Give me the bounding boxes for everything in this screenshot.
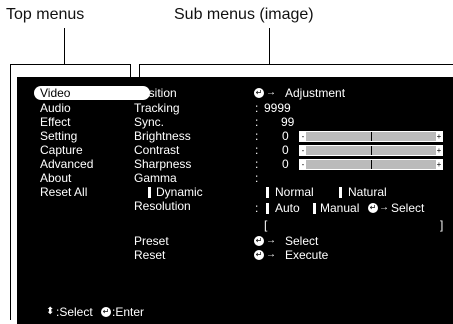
brightness-colon: :	[255, 129, 259, 143]
arrow-right-icon: →	[266, 235, 276, 246]
sync-colon: :	[255, 115, 259, 129]
preset-label: Preset	[134, 234, 169, 248]
normal-marker	[266, 187, 269, 198]
top-menus-bracket-left	[10, 64, 11, 320]
enter-icon: ↵	[101, 307, 111, 317]
sync-label: Sync.	[134, 115, 165, 129]
position-value[interactable]: Adjustment	[285, 86, 345, 100]
top-menus-bracket-right	[130, 64, 131, 77]
sub-menus-bracket-h	[139, 64, 453, 65]
resolution-select[interactable]: Select	[391, 201, 424, 215]
contrast-slider[interactable]: - +	[299, 145, 443, 156]
gamma-natural-option[interactable]: Natural	[348, 185, 387, 199]
menu-item-advanced[interactable]: Advanced	[40, 157, 93, 171]
top-menus-bracket-h	[10, 64, 130, 65]
auto-marker	[266, 203, 269, 214]
contrast-label: Contrast	[134, 143, 180, 157]
position-label: Position	[134, 86, 177, 100]
plus-icon: +	[436, 132, 442, 141]
footer-select: :Select	[56, 305, 93, 319]
brightness-value: 0	[282, 129, 289, 143]
sharpness-value: 0	[282, 157, 289, 171]
tracking-value[interactable]: 9999	[264, 101, 291, 115]
menu-item-audio[interactable]: Audio	[40, 101, 71, 115]
enter-icon: ↵	[254, 236, 264, 246]
top-menus-leader	[64, 28, 65, 65]
sharpness-label: Sharpness	[134, 157, 192, 171]
brightness-slider[interactable]: - +	[299, 131, 443, 142]
resolution-label: Resolution	[134, 199, 191, 213]
slider-fill-left	[306, 146, 371, 155]
gamma-normal-option[interactable]: Normal	[275, 185, 314, 199]
sync-value[interactable]: 99	[281, 115, 294, 129]
manual-marker	[313, 203, 316, 214]
slider-fill-right	[372, 132, 436, 141]
contrast-value: 0	[282, 143, 289, 157]
contrast-colon: :	[255, 143, 259, 157]
resolution-bracket-close: ]	[440, 218, 444, 232]
reset-value[interactable]: Execute	[285, 248, 328, 262]
natural-marker	[339, 187, 342, 198]
sharpness-slider[interactable]: - +	[299, 159, 443, 170]
sub-menus-leader	[269, 28, 270, 65]
enter-icon: ↵	[368, 203, 378, 213]
sub-menus-callout: Sub menus (image)	[174, 6, 314, 23]
gamma-label: Gamma	[134, 171, 177, 185]
resolution-bracket-open: [	[264, 218, 268, 232]
sub-menus-bracket-left	[139, 64, 140, 77]
resolution-auto-option[interactable]: Auto	[275, 201, 300, 215]
sharpness-colon: :	[255, 157, 259, 171]
top-menus-callout: Top menus	[6, 6, 85, 23]
dynamic-marker	[148, 187, 151, 198]
gamma-colon: :	[255, 171, 259, 185]
tracking-colon: :	[255, 101, 259, 115]
menu-item-about[interactable]: About	[40, 171, 71, 185]
tracking-label: Tracking	[134, 101, 180, 115]
arrow-right-icon: →	[266, 87, 276, 98]
slider-fill-right	[372, 160, 436, 169]
menu-item-capture[interactable]: Capture	[40, 143, 83, 157]
menu-item-setting[interactable]: Setting	[40, 129, 77, 143]
reset-label: Reset	[134, 248, 166, 262]
resolution-colon: :	[255, 201, 259, 215]
menu-item-video[interactable]: Video	[34, 86, 150, 100]
gamma-dynamic-option[interactable]: Dynamic	[156, 185, 203, 199]
plus-icon: +	[436, 146, 442, 155]
arrow-right-icon: →	[266, 249, 276, 260]
enter-icon: ↵	[254, 88, 264, 98]
resolution-manual-option[interactable]: Manual	[320, 201, 359, 215]
menu-item-reset-all[interactable]: Reset All	[40, 185, 87, 199]
footer-enter: :Enter	[112, 305, 145, 319]
slider-fill-left	[306, 160, 371, 169]
brightness-label: Brightness	[134, 129, 191, 143]
preset-value[interactable]: Select	[285, 234, 318, 248]
slider-fill-right	[372, 146, 436, 155]
menu-item-effect[interactable]: Effect	[40, 115, 70, 129]
enter-icon: ↵	[254, 250, 264, 260]
slider-fill-left	[306, 132, 371, 141]
plus-icon: +	[436, 160, 442, 169]
osd-screen: Video Audio Effect Setting Capture Advan…	[17, 77, 453, 324]
up-down-arrows-icon: ⬍	[46, 306, 55, 317]
arrow-right-icon: →	[379, 202, 389, 213]
